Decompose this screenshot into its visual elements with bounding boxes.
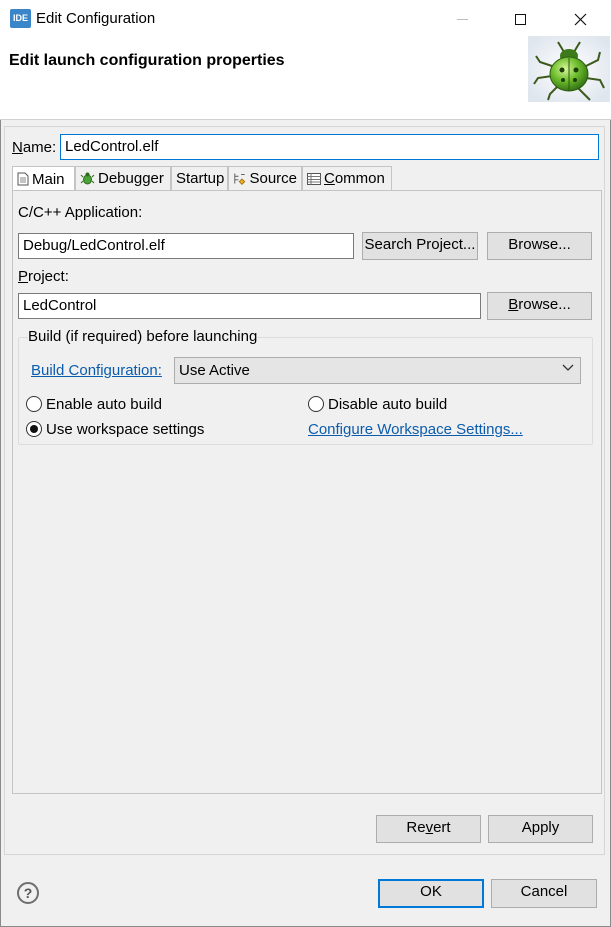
ide-app-icon: IDE xyxy=(10,9,31,28)
bug-icon xyxy=(528,36,610,102)
dialog-header: Edit launch configuration properties xyxy=(0,36,611,120)
build-configuration-link[interactable]: Build Configuration: xyxy=(31,362,162,379)
configure-workspace-settings-link[interactable]: Configure Workspace Settings... xyxy=(308,421,523,438)
minimize-button[interactable] xyxy=(433,0,491,38)
browse-application-button[interactable]: Browse... xyxy=(487,232,592,260)
table-icon xyxy=(307,172,321,185)
close-button[interactable] xyxy=(551,0,609,38)
browse-project-button[interactable]: Browse... xyxy=(487,292,592,320)
source-icon xyxy=(234,173,246,185)
maximize-button[interactable] xyxy=(491,0,549,38)
maximize-icon xyxy=(514,13,526,25)
apply-button[interactable]: Apply xyxy=(488,815,593,843)
application-label: C/C++ Application: xyxy=(18,204,143,221)
ok-button[interactable]: OK xyxy=(378,879,484,908)
project-label: Project: xyxy=(18,268,69,285)
tab-startup[interactable]: Startup xyxy=(171,166,228,190)
name-input[interactable]: LedControl.elf xyxy=(60,134,599,160)
help-icon[interactable]: ? xyxy=(17,882,39,904)
build-configuration-select[interactable]: Use Active xyxy=(174,357,581,384)
application-input[interactable]: Debug/LedControl.elf xyxy=(18,233,354,259)
cancel-button[interactable]: Cancel xyxy=(491,879,597,908)
bug-small-icon xyxy=(80,172,95,185)
search-project-button[interactable]: Search Project... xyxy=(362,232,478,260)
project-input[interactable]: LedControl xyxy=(18,293,481,319)
page-icon xyxy=(17,172,29,186)
minimize-icon xyxy=(456,18,468,20)
close-icon xyxy=(574,13,586,25)
revert-button[interactable]: Revert xyxy=(376,815,481,843)
use-workspace-settings-radio[interactable] xyxy=(26,421,42,437)
title-bar[interactable]: IDE Edit Configuration xyxy=(0,0,611,38)
name-label: Name: xyxy=(12,139,57,156)
header-title: Edit launch configuration properties xyxy=(9,52,285,69)
chevron-down-icon xyxy=(562,364,574,371)
tab-debugger[interactable]: Debugger xyxy=(75,166,171,190)
disable-auto-build-radio[interactable] xyxy=(308,396,324,412)
use-workspace-settings-label: Use workspace settings xyxy=(46,421,205,438)
disable-auto-build-label: Disable auto build xyxy=(328,396,448,413)
tab-source[interactable]: Source xyxy=(228,166,302,190)
window-title: Edit Configuration xyxy=(36,10,156,27)
tab-common[interactable]: Common xyxy=(302,166,392,190)
enable-auto-build-radio[interactable] xyxy=(26,396,42,412)
build-group-title: Build (if required) before launching xyxy=(28,328,258,345)
main-tab-page xyxy=(12,190,602,794)
enable-auto-build-label: Enable auto build xyxy=(46,396,162,413)
tab-main[interactable]: Main xyxy=(12,166,75,191)
